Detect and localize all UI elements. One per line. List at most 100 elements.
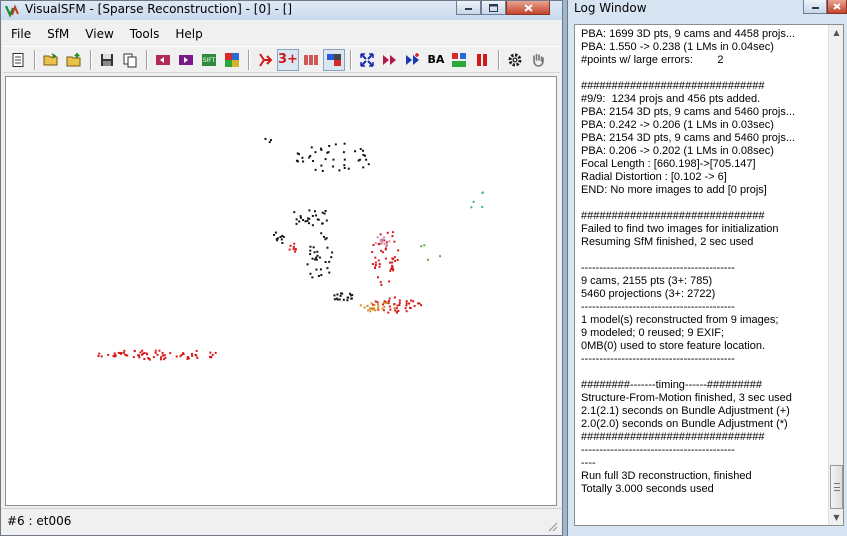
main-titlebar[interactable]: VisualSFM - [Sparse Reconstruction] - [0…: [1, 1, 562, 20]
cloud-point: [370, 307, 373, 310]
menu-help[interactable]: Help: [167, 25, 210, 44]
cloud-point: [481, 205, 484, 208]
cloud-point: [328, 271, 331, 274]
cloud-point: [138, 354, 141, 357]
cloud-point: [293, 211, 296, 214]
log-text-area[interactable]: PBA: 1699 3D pts, 9 cams and 4458 projs.…: [574, 24, 844, 526]
cloud-point: [383, 242, 386, 245]
bundle-adjust-button[interactable]: BA: [425, 49, 447, 71]
run-all-button[interactable]: [402, 49, 424, 71]
open-images-button[interactable]: [40, 49, 62, 71]
compute-match-button[interactable]: [175, 49, 197, 71]
cloud-point: [387, 311, 390, 314]
log-close-button[interactable]: [827, 0, 847, 14]
point-cloud[interactable]: [6, 77, 556, 505]
cloud-point: [294, 250, 297, 253]
cloud-point: [146, 353, 149, 356]
hand-icon: [533, 53, 544, 67]
log-scrollbar[interactable]: ▲ ▼: [828, 25, 843, 525]
log-line: ##############################: [581, 431, 765, 443]
cloud-point: [175, 355, 178, 358]
cloud-point: [351, 294, 354, 297]
cloud-point: [413, 305, 416, 308]
camera-view-button[interactable]: [323, 48, 345, 71]
save-button[interactable]: [96, 49, 118, 71]
dense-reconstruct-button[interactable]: [448, 49, 470, 71]
scroll-thumb[interactable]: [830, 465, 843, 509]
settings-button[interactable]: [504, 49, 526, 71]
resize-grip-icon[interactable]: [546, 520, 558, 532]
show-3plus-points-button[interactable]: 3+: [277, 48, 299, 71]
cloud-point: [383, 305, 386, 308]
cloud-point: [324, 209, 327, 212]
cloud-point: [311, 214, 314, 217]
maximize-button[interactable]: [481, 1, 506, 15]
compute-missing-match-button[interactable]: [152, 49, 174, 71]
cloud-point: [163, 358, 166, 361]
cloud-point: [393, 256, 396, 259]
menu-file[interactable]: File: [3, 25, 39, 44]
minimize-button[interactable]: [456, 1, 481, 15]
minimize-icon: [811, 7, 819, 9]
cloud-point: [319, 268, 322, 271]
cloud-point: [412, 300, 415, 303]
toolbar-separator: [146, 49, 148, 70]
scroll-down-icon[interactable]: ▼: [831, 512, 842, 523]
cloud-point: [405, 304, 408, 307]
three-plus-label: 3+: [278, 52, 298, 67]
toolbar-separator: [498, 49, 500, 70]
cloud-point: [123, 349, 126, 352]
cloud-point: [396, 258, 399, 261]
cloud-point: [371, 263, 374, 266]
log-line: #points w/ large errors: 2: [581, 54, 724, 66]
cloud-point: [309, 253, 312, 256]
cloud-point: [371, 251, 374, 254]
menu-sfm[interactable]: SfM: [39, 25, 77, 44]
reconstruct-sparse-button[interactable]: [254, 49, 276, 71]
scroll-up-icon[interactable]: ▲: [831, 27, 842, 38]
cloud-point: [358, 158, 361, 161]
log-minimize-button[interactable]: [803, 0, 827, 14]
cloud-point: [309, 272, 312, 275]
pan-hand-button[interactable]: [527, 49, 549, 71]
cloud-point: [326, 246, 329, 249]
copy-button[interactable]: [119, 49, 141, 71]
cloud-point: [396, 304, 399, 307]
log-toggle-button[interactable]: [7, 49, 29, 71]
add-images-button[interactable]: [63, 49, 85, 71]
scroll-grip-icon: [834, 483, 840, 491]
sparse-reconstruction-viewport[interactable]: [5, 76, 557, 506]
menu-view[interactable]: View: [77, 25, 121, 44]
fast-forward-button[interactable]: [379, 49, 401, 71]
log-line: Run full 3D reconstruction, finished: [581, 470, 752, 482]
cloud-point: [324, 158, 327, 161]
sift-button[interactable]: SIFT: [198, 49, 220, 71]
point-view-button[interactable]: [300, 49, 322, 71]
cloud-point: [210, 356, 213, 359]
cloud-point: [363, 306, 366, 309]
cloud-point: [343, 158, 346, 161]
cloud-point: [387, 302, 390, 305]
cloud-point: [405, 300, 408, 303]
menu-tools[interactable]: Tools: [122, 25, 168, 44]
cloud-point: [280, 238, 283, 241]
cloud-point: [279, 236, 282, 239]
cloud-point: [338, 169, 341, 172]
cloud-point: [161, 354, 164, 357]
cloud-point: [342, 151, 345, 154]
cloud-point: [382, 301, 385, 304]
cloud-point: [100, 355, 103, 358]
grid-view-button[interactable]: [221, 49, 243, 71]
cloud-point: [159, 358, 162, 361]
log-line: PBA: 2154 3D pts, 9 cams and 5460 projs.…: [581, 132, 796, 144]
close-button[interactable]: [506, 1, 550, 15]
cloud-point: [374, 300, 377, 303]
fit-view-button[interactable]: [356, 49, 378, 71]
log-line: ----------------------------------------…: [581, 353, 735, 365]
pause-button[interactable]: [471, 49, 493, 71]
log-line: ----------------------------------------…: [581, 262, 735, 274]
cloud-point: [343, 164, 346, 167]
cloud-point: [470, 206, 473, 209]
